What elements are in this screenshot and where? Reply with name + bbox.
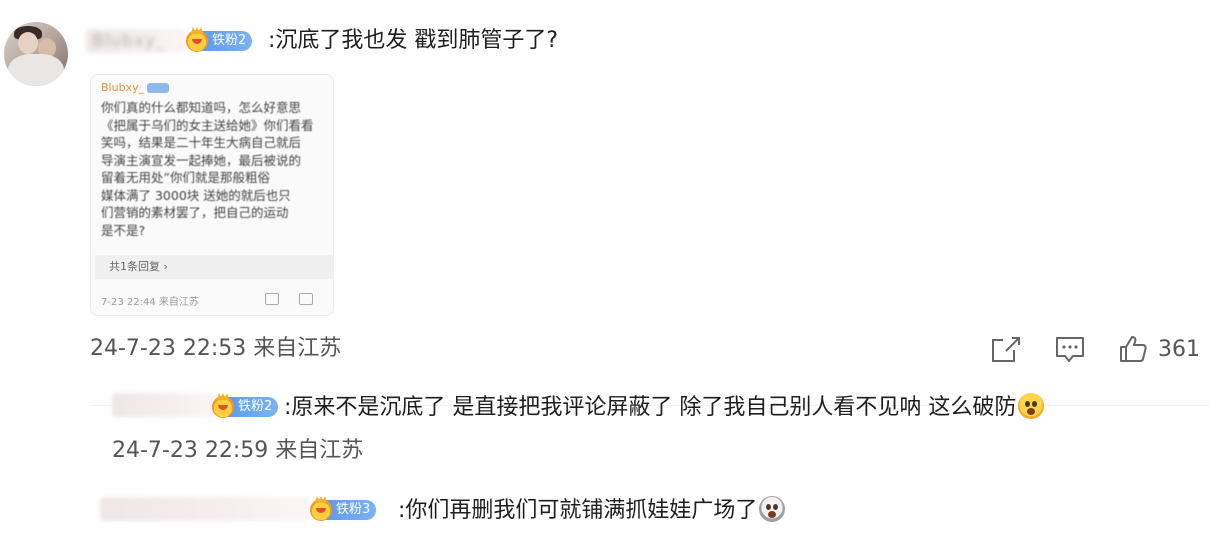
reply-timestamp: 24-7-23 22:59 来自江苏 (112, 438, 364, 463)
fan-badge: 铁粉2 (212, 396, 279, 418)
fan-badge-label: 铁粉2 (202, 31, 253, 51)
reply-username[interactable]: ████████ (100, 497, 310, 521)
reply-text-content: :你们再删我们可就铺满抓娃娃广场了 (398, 498, 758, 523)
fan-badge-label: 铁粉3 (326, 500, 377, 520)
quoted-post-more-link: 共1条回复 › (95, 255, 333, 279)
fan-badge: 铁粉3 (310, 499, 377, 521)
comment-text: :沉底了我也发 戳到肺管子了? (268, 28, 559, 53)
quoted-post-timestamp: 7-23 22:44 来自江苏 (101, 297, 199, 308)
quoted-post-image[interactable]: Blubxy_ 你们真的什么都知道吗，怎么好意思 《把属于乌们的女主送给她》你们… (90, 74, 334, 316)
comment-timestamp: 24-7-23 22:53 来自江苏 (90, 336, 342, 361)
scared-emoji-icon (759, 496, 786, 522)
crown-icon (310, 499, 332, 521)
like-button[interactable]: 361 (1118, 334, 1200, 364)
reply-text: :你们再删我们可就铺满抓娃娃广场了 (398, 496, 786, 525)
username[interactable]: Blubxy_ (86, 29, 186, 53)
comment-icon (299, 293, 313, 305)
reply-username[interactable]: ████████ (112, 393, 216, 417)
comment-icon (1056, 337, 1084, 362)
reply-text: :原来不是沉底了 是直接把我评论屏蔽了 除了我自己别人看不见呐 这么破防 (284, 393, 1045, 422)
fan-badge-label: 铁粉2 (228, 397, 279, 417)
share-icon (265, 293, 279, 305)
reply-text-content: :原来不是沉底了 是直接把我评论屏蔽了 除了我自己别人看不见呐 这么破防 (284, 395, 1017, 420)
share-icon (992, 337, 1020, 362)
like-count: 361 (1158, 336, 1200, 362)
avatar[interactable] (4, 22, 68, 86)
crown-icon (212, 396, 234, 418)
quoted-post-badge (147, 83, 169, 93)
fan-badge: 铁粉2 (186, 30, 253, 52)
quoted-post-username: Blubxy_ (101, 81, 145, 94)
comment-button[interactable] (1054, 334, 1086, 364)
quoted-post-body: 你们真的什么都知道吗，怎么好意思 《把属于乌们的女主送给她》你们看看 笑吗，结果… (101, 100, 314, 238)
share-button[interactable] (990, 334, 1022, 364)
scream-emoji-icon (1018, 393, 1045, 419)
thumbs-up-icon (1120, 336, 1147, 362)
crown-icon (186, 30, 208, 52)
